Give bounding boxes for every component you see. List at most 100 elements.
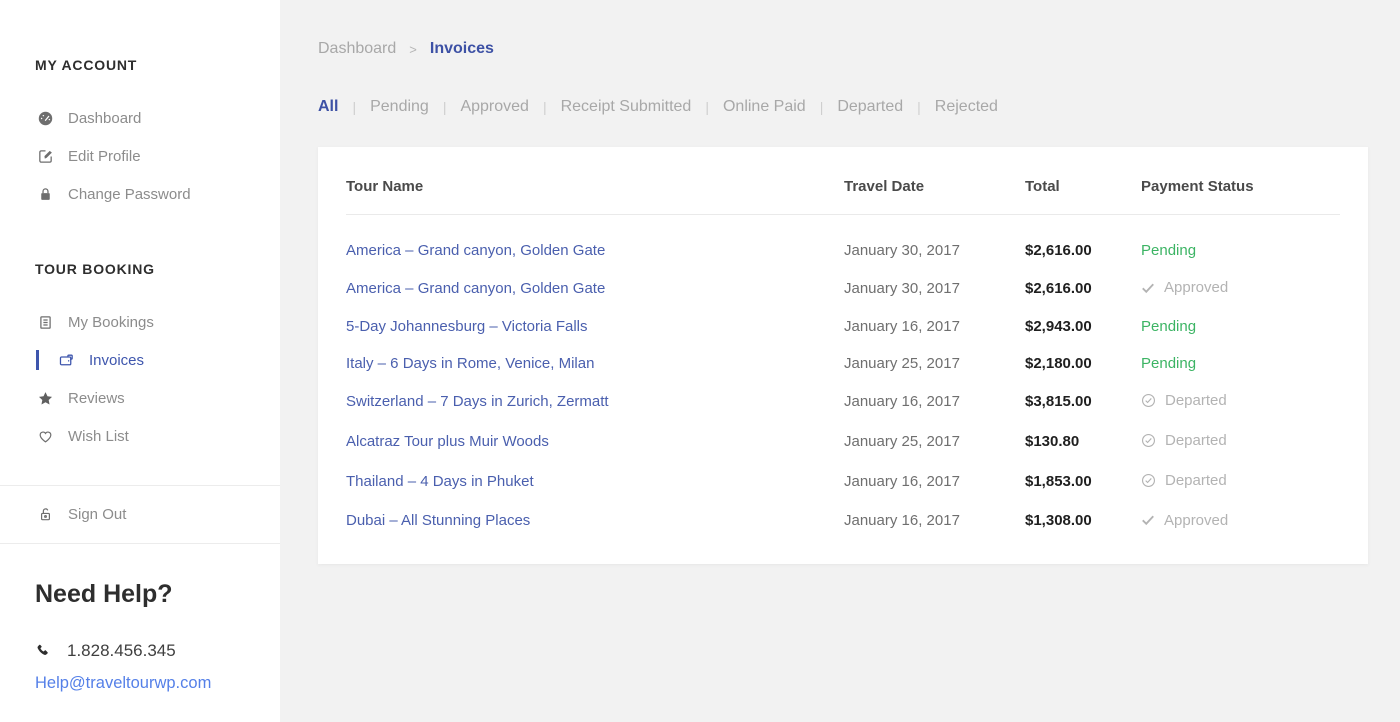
table-header-row: Tour Name Travel Date Total Payment Stat… [346,164,1340,215]
sidebar-item-change-password[interactable]: Change Password [35,175,260,213]
breadcrumb-current-page: Invoices [430,40,494,58]
column-header-travel-date: Travel Date [844,164,1025,215]
tab-separator: | [705,99,709,115]
tour-booking-nav: My Bookings Invoices Reviews Wish List [35,303,260,455]
help-phone-row: 1.828.456.345 [35,641,260,661]
tab-all[interactable]: All [318,98,338,116]
status-badge: Pending [1141,318,1196,335]
sidebar-item-label: Invoices [89,352,144,369]
travel-date: January 30, 2017 [844,269,1025,308]
tab-receipt-submitted[interactable]: Receipt Submitted [561,98,692,116]
tab-approved[interactable]: Approved [460,98,529,116]
star-icon [35,389,55,407]
tab-pending[interactable]: Pending [370,98,429,116]
status-badge: Departed [1141,432,1227,449]
tour-name-link[interactable]: America – Grand canyon, Golden Gate [346,280,605,297]
status-badge: Pending [1141,242,1196,259]
dashboard-icon [35,109,55,127]
sidebar-item-edit-profile[interactable]: Edit Profile [35,137,260,175]
tour-name-link[interactable]: America – Grand canyon, Golden Gate [346,242,605,259]
tab-departed[interactable]: Departed [837,98,903,116]
travel-date: January 16, 2017 [844,462,1025,502]
table-row: America – Grand canyon, Golden Gate Janu… [346,269,1340,308]
total-amount: $3,815.00 [1025,382,1141,422]
total-amount: $1,308.00 [1025,502,1141,541]
breadcrumb-dashboard-link[interactable]: Dashboard [318,40,396,58]
section-title-tour-booking: TOUR BOOKING [35,213,260,277]
table-row: Dubai – All Stunning Places January 16, … [346,502,1340,541]
sidebar-item-label: Change Password [68,186,191,203]
total-amount: $130.80 [1025,422,1141,462]
status-badge: Approved [1141,512,1228,529]
unlock-icon [35,506,55,524]
travel-date: January 16, 2017 [844,382,1025,422]
tab-separator: | [820,99,824,115]
phone-icon [35,642,55,660]
total-amount: $2,616.00 [1025,269,1141,308]
section-title-my-account: MY ACCOUNT [35,0,260,73]
tab-separator: | [917,99,921,115]
sidebar-item-invoices[interactable]: Invoices [35,341,260,379]
bookings-icon [35,313,55,331]
main-content: Dashboard > Invoices All | Pending | App… [280,0,1400,722]
table-row: Thailand – 4 Days in Phuket January 16, … [346,462,1340,502]
status-label: Pending [1141,355,1196,372]
total-amount: $2,616.00 [1025,215,1141,270]
tour-name-link[interactable]: Italy – 6 Days in Rome, Venice, Milan [346,355,594,372]
travel-date: January 16, 2017 [844,308,1025,345]
sidebar-item-wish-list[interactable]: Wish List [35,417,260,455]
tab-rejected[interactable]: Rejected [935,98,998,116]
check-icon [1141,514,1155,526]
help-email-link[interactable]: Help@traveltourwp.com [35,674,211,693]
sidebar-item-reviews[interactable]: Reviews [35,379,260,417]
tour-name-link[interactable]: Thailand – 4 Days in Phuket [346,473,534,490]
breadcrumb-separator: > [409,42,417,57]
tab-online-paid[interactable]: Online Paid [723,98,806,116]
tour-name-link[interactable]: Switzerland – 7 Days in Zurich, Zermatt [346,393,609,410]
sidebar-item-label: Reviews [68,390,125,407]
table-row: Italy – 6 Days in Rome, Venice, Milan Ja… [346,345,1340,382]
status-label: Departed [1165,432,1227,449]
total-amount: $2,943.00 [1025,308,1141,345]
sidebar-item-sign-out[interactable]: Sign Out [35,496,126,534]
lock-icon [35,185,55,203]
sidebar-item-label: Sign Out [68,506,126,523]
status-label: Approved [1164,279,1228,296]
travel-date: January 25, 2017 [844,422,1025,462]
tour-name-link[interactable]: Dubai – All Stunning Places [346,512,530,529]
sidebar: MY ACCOUNT Dashboard Edit Profile Change… [0,0,280,722]
tab-separator: | [543,99,547,115]
my-account-nav: Dashboard Edit Profile Change Password [35,99,260,213]
travel-date: January 25, 2017 [844,345,1025,382]
status-badge: Pending [1141,355,1196,372]
tour-name-link[interactable]: 5-Day Johannesburg – Victoria Falls [346,318,588,335]
tab-separator: | [352,99,356,115]
column-header-tour-name: Tour Name [346,164,844,215]
sidebar-item-dashboard[interactable]: Dashboard [35,99,260,137]
travel-date: January 16, 2017 [844,502,1025,541]
need-help-title: Need Help? [35,544,260,609]
total-amount: $1,853.00 [1025,462,1141,502]
tour-name-link[interactable]: Alcatraz Tour plus Muir Woods [346,433,549,450]
total-amount: $2,180.00 [1025,345,1141,382]
status-label: Pending [1141,318,1196,335]
sidebar-item-my-bookings[interactable]: My Bookings [35,303,260,341]
status-label: Departed [1165,472,1227,489]
status-badge: Approved [1141,279,1228,296]
check-icon [1141,282,1155,294]
edit-icon [35,147,55,165]
circled-check-icon [1141,393,1156,408]
table-row: America – Grand canyon, Golden Gate Janu… [346,215,1340,270]
travel-date: January 30, 2017 [844,215,1025,270]
status-badge: Departed [1141,392,1227,409]
circled-check-icon [1141,433,1156,448]
tab-separator: | [443,99,447,115]
sidebar-item-label: Edit Profile [68,148,141,165]
wallet-icon [56,351,76,369]
table-row: Alcatraz Tour plus Muir Woods January 25… [346,422,1340,462]
status-badge: Departed [1141,472,1227,489]
sidebar-item-label: My Bookings [68,314,154,331]
invoice-filter-tabs: All | Pending | Approved | Receipt Submi… [318,98,1368,116]
status-label: Pending [1141,242,1196,259]
table-row: 5-Day Johannesburg – Victoria Falls Janu… [346,308,1340,345]
